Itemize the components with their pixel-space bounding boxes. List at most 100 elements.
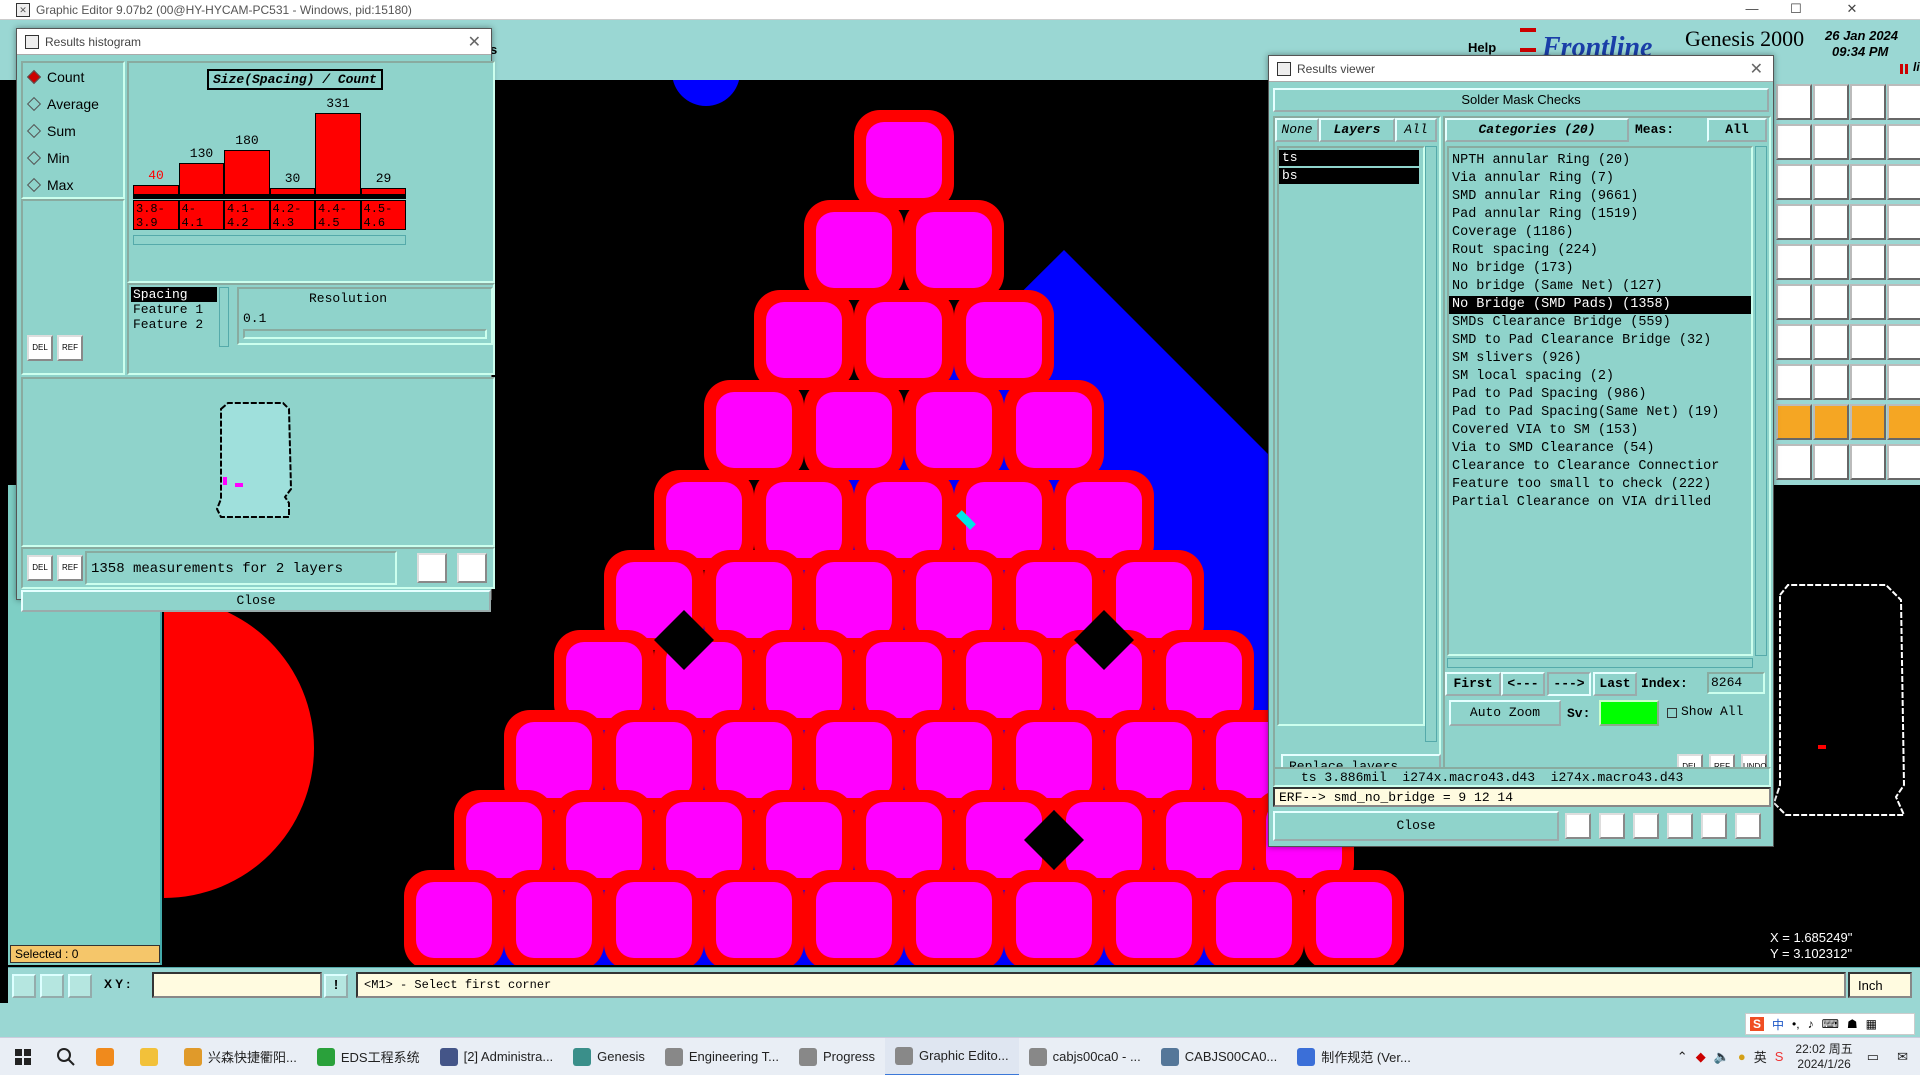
category-item[interactable]: Covered VIA to SM (153) <box>1449 422 1751 440</box>
prev-button[interactable]: <--- <box>1501 672 1545 696</box>
desktop-icon[interactable]: ▭ <box>1861 1038 1885 1075</box>
app-tray-icon[interactable]: ● <box>1734 1038 1750 1075</box>
notification-icon[interactable]: ✉ <box>1885 1038 1920 1075</box>
xy-input[interactable] <box>152 972 322 998</box>
refresh-icon[interactable] <box>1667 813 1693 839</box>
antivirus-icon[interactable]: ◆ <box>1692 1038 1710 1075</box>
mode-option-sum[interactable]: Sum <box>23 117 123 144</box>
category-item[interactable]: Feature too small to check (222) <box>1449 476 1751 494</box>
taskbar-app[interactable]: CABJS00CA0... <box>1151 1038 1288 1075</box>
index-input[interactable]: 8264 <box>1707 672 1765 694</box>
report-icon[interactable] <box>457 553 487 583</box>
close-icon[interactable]: ✕ <box>1750 59 1763 79</box>
tool-button[interactable] <box>1813 284 1849 320</box>
ime-toolbar[interactable]: S 中 •, ♪ ⌨ ☗ ▦ <box>1745 1013 1915 1035</box>
category-scrollbar[interactable] <box>1755 146 1767 656</box>
tray-chevron-icon[interactable]: ⌃ <box>1673 1038 1692 1075</box>
category-hscrollbar[interactable] <box>1447 658 1753 668</box>
tool-button[interactable] <box>1813 164 1849 200</box>
tool-button[interactable] <box>1850 364 1886 400</box>
category-item[interactable]: NPTH annular Ring (20) <box>1449 152 1751 170</box>
tool-button[interactable] <box>1776 324 1812 360</box>
taskbar-app[interactable]: Genesis <box>563 1038 655 1075</box>
tool-button[interactable] <box>1887 404 1920 440</box>
category-item[interactable]: Clearance to Clearance Connectior <box>1449 458 1751 476</box>
histogram-close-button[interactable]: Close <box>21 590 491 612</box>
taskbar-app[interactable]: Engineering T... <box>655 1038 789 1075</box>
tool-button[interactable] <box>1850 324 1886 360</box>
show-all-checkbox[interactable] <box>1667 708 1677 718</box>
tool-button[interactable] <box>1813 444 1849 480</box>
tool-button[interactable] <box>1813 84 1849 120</box>
taskbar-app[interactable]: 制作规范 (Ver... <box>1287 1038 1421 1075</box>
list-scrollbar[interactable] <box>219 287 229 347</box>
tool-button[interactable] <box>1850 444 1886 480</box>
tool-button[interactable] <box>1776 164 1812 200</box>
tool-button[interactable] <box>1776 404 1812 440</box>
category-item[interactable]: SMD to Pad Clearance Bridge (32) <box>1449 332 1751 350</box>
tool-button[interactable] <box>1850 124 1886 160</box>
category-item[interactable]: No bridge (173) <box>1449 260 1751 278</box>
tool-button[interactable] <box>1776 444 1812 480</box>
layer-item-bs[interactable]: bs <box>1279 168 1419 184</box>
histogram-bar[interactable] <box>133 185 179 195</box>
category-item[interactable]: SM slivers (926) <box>1449 350 1751 368</box>
category-list[interactable]: NPTH annular Ring (20) Via annular Ring (… <box>1447 146 1753 656</box>
histogram-bar[interactable] <box>269 188 315 195</box>
close-window-button[interactable]: ✕ <box>1830 0 1874 20</box>
taskbar-app[interactable]: cabjs00ca0 - ... <box>1019 1038 1151 1075</box>
tool-button[interactable] <box>1887 324 1920 360</box>
mode-option-max[interactable]: Max <box>23 171 123 198</box>
category-item[interactable]: SMD annular Ring (9661) <box>1449 188 1751 206</box>
severity-color-picker[interactable] <box>1599 700 1659 726</box>
next-button[interactable]: ---> <box>1547 672 1591 696</box>
histogram-list-item[interactable]: Spacing <box>131 287 217 302</box>
auto-zoom-menu[interactable]: Auto Zoom <box>1449 700 1561 726</box>
info-icon[interactable] <box>1565 813 1591 839</box>
layers-all-button[interactable]: All <box>1395 118 1437 142</box>
tool-button[interactable] <box>1776 84 1812 120</box>
last-button[interactable]: Last <box>1593 672 1637 696</box>
tool-button[interactable] <box>1813 324 1849 360</box>
category-item[interactable]: Via annular Ring (7) <box>1449 170 1751 188</box>
ime-mode[interactable]: 英 <box>1750 1038 1771 1075</box>
tool-button[interactable] <box>1887 364 1920 400</box>
layer-item-ts[interactable]: ts <box>1279 150 1419 166</box>
category-item[interactable]: SM local spacing (2) <box>1449 368 1751 386</box>
layers-tab[interactable]: Layers <box>1319 118 1395 142</box>
mode-option-average[interactable]: Average <box>23 90 123 117</box>
spacing-list[interactable]: Spacing Feature 1 Feature 2 <box>131 287 217 332</box>
alert-icon[interactable]: ! <box>324 974 348 998</box>
tool-button[interactable] <box>1813 364 1849 400</box>
tool-button[interactable] <box>1850 84 1886 120</box>
taskbar-app[interactable]: 兴森快捷衢阳... <box>174 1038 307 1075</box>
tool-button[interactable] <box>1850 284 1886 320</box>
tool-button[interactable] <box>1887 244 1920 280</box>
category-item[interactable]: Rout spacing (224) <box>1449 242 1751 260</box>
unit-selector[interactable]: Inch <box>1848 972 1912 998</box>
sogou-icon[interactable]: S <box>1771 1038 1788 1075</box>
histogram-bar[interactable] <box>178 163 224 195</box>
tool-button[interactable] <box>1850 164 1886 200</box>
chart-scrollbar[interactable] <box>133 235 406 245</box>
resolution-slider[interactable] <box>243 329 487 339</box>
tool-button[interactable] <box>1887 124 1920 160</box>
layer-list[interactable]: ts bs <box>1277 146 1425 726</box>
histogram-bar[interactable] <box>315 113 361 195</box>
close-icon[interactable]: ✕ <box>468 32 481 52</box>
histogram-icon[interactable] <box>1735 813 1761 839</box>
volume-icon[interactable]: 🔈 <box>1710 1038 1734 1075</box>
taskbar-app[interactable]: [2] Administra... <box>430 1038 564 1075</box>
tool-button[interactable] <box>1813 244 1849 280</box>
tool-button[interactable] <box>1887 204 1920 240</box>
tool-button[interactable] <box>1813 404 1849 440</box>
tool-button[interactable] <box>1887 284 1920 320</box>
histogram-bar[interactable] <box>224 150 270 195</box>
maximize-button[interactable]: ☐ <box>1774 0 1818 20</box>
tool-button[interactable] <box>1776 204 1812 240</box>
export-icon[interactable] <box>417 553 447 583</box>
tool-button[interactable] <box>1813 204 1849 240</box>
notes-icon[interactable] <box>1701 813 1727 839</box>
category-item[interactable]: Pad to Pad Spacing (986) <box>1449 386 1751 404</box>
help-menu[interactable]: Help <box>1468 40 1496 55</box>
